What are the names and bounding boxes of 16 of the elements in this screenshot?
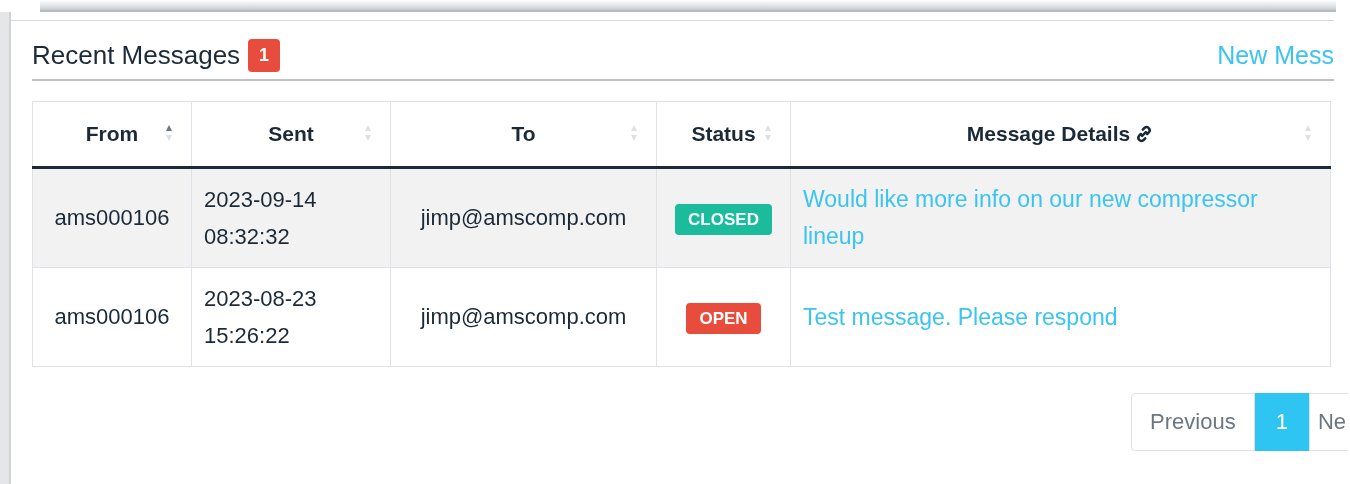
table-row[interactable]: ams000106 2023-09-14 08:32:32 jimp@amscomp.com CLOSED Would like more info on our new compressor lineup [32, 167, 1331, 268]
sent-date: 2023-09-14 [204, 186, 318, 214]
table-row[interactable]: ams000106 2023-08-23 15:26:22 jimp@amscomp.com OPEN Test message. Please respond [32, 267, 1331, 367]
sender-id: ams000106 [54, 205, 170, 230]
unread-count: 1 [248, 38, 281, 72]
sent-time: 15:26:22 [204, 322, 291, 350]
status-badge: OPEN [686, 303, 761, 334]
sender-id: ams000106 [54, 304, 170, 329]
sent-date: 2023-08-23 [204, 285, 318, 313]
next-button[interactable]: Ne [1308, 393, 1348, 451]
sent-time: 08:32:32 [204, 223, 291, 251]
recipient-email: jimp@amscomp.com [420, 304, 627, 329]
previous-button[interactable]: Previous [1131, 393, 1255, 451]
recipient-email: jimp@amscomp.com [420, 205, 627, 230]
status-badge: CLOSED [675, 204, 772, 235]
panel-title: Recent Messages [32, 39, 241, 71]
